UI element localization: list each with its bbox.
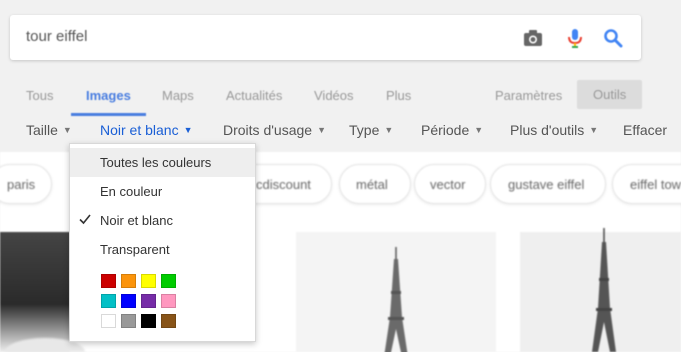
search-query[interactable]: tour eiffel <box>26 28 87 45</box>
tool-more-label: Plus d'outils <box>510 122 585 138</box>
tab-news[interactable]: Actualités <box>226 88 282 103</box>
related-chip-label: métal <box>356 177 388 192</box>
active-tab-indicator <box>71 113 146 116</box>
related-chip-label: eiffel tow <box>630 177 681 192</box>
eiffel-tower-image <box>384 247 408 352</box>
menu-item-label: En couleur <box>100 184 163 199</box>
color-swatch[interactable] <box>101 314 116 328</box>
menu-item-any-color[interactable]: Toutes les couleurs <box>70 148 255 177</box>
tab-images[interactable]: Images <box>86 88 131 103</box>
tab-videos[interactable]: Vidéos <box>314 88 354 103</box>
menu-item-label: Transparent <box>100 242 170 257</box>
eiffel-tower-image <box>592 228 616 352</box>
color-swatch[interactable] <box>101 294 116 308</box>
related-chip[interactable]: paris <box>0 164 52 204</box>
chevron-down-icon: ▼ <box>589 125 599 135</box>
related-chip-label: cdiscount <box>256 177 311 192</box>
color-swatch[interactable] <box>141 294 156 308</box>
chevron-down-icon: ▼ <box>317 125 326 135</box>
related-chip[interactable]: gustave eiffel <box>490 164 606 204</box>
checkmark-icon <box>78 212 92 226</box>
color-swatch[interactable] <box>101 274 116 288</box>
menu-item-label: Toutes les couleurs <box>100 155 212 170</box>
menu-item-black-and-white[interactable]: Noir et blanc <box>70 206 255 235</box>
menu-item-full-color[interactable]: En couleur <box>70 177 255 206</box>
color-swatch[interactable] <box>121 274 136 288</box>
color-swatch[interactable] <box>141 274 156 288</box>
clear-filters-link[interactable]: Effacer <box>623 122 667 138</box>
tool-size-label: Taille <box>26 122 58 138</box>
tool-type-label: Type <box>349 122 380 138</box>
tab-all[interactable]: Tous <box>26 88 53 103</box>
color-swatch[interactable] <box>161 294 176 308</box>
search-box[interactable]: tour eiffel <box>10 15 641 60</box>
color-swatch[interactable] <box>121 294 136 308</box>
image-result[interactable] <box>296 232 496 352</box>
tools-button-label: Outils <box>593 87 627 102</box>
color-filter-menu: Toutes les couleurs En couleur Noir et b… <box>69 143 256 342</box>
image-result[interactable] <box>0 232 70 352</box>
tool-type[interactable]: Type ▼ <box>349 122 393 138</box>
color-swatch[interactable] <box>141 314 156 328</box>
camera-icon[interactable] <box>522 27 544 49</box>
related-chip-label: vector <box>430 177 466 192</box>
color-swatch-grid <box>101 274 181 334</box>
tool-size[interactable]: Taille ▼ <box>26 122 72 138</box>
menu-item-transparent[interactable]: Transparent <box>70 235 255 264</box>
related-chip[interactable]: eiffel tow <box>612 164 681 204</box>
related-chip-label: gustave eiffel <box>508 177 585 192</box>
menu-item-label: Noir et blanc <box>100 213 173 228</box>
chevron-down-icon: ▼ <box>474 125 484 135</box>
tool-usage-rights[interactable]: Droits d'usage ▼ <box>223 122 326 138</box>
color-swatch[interactable] <box>121 314 136 328</box>
tool-more[interactable]: Plus d'outils ▼ <box>510 122 598 138</box>
chevron-down-icon: ▼ <box>183 125 193 135</box>
tool-time-label: Période <box>421 122 470 138</box>
tools-bar: Taille ▼ Noir et blanc ▼ Droits d'usage ▼ T… <box>0 122 681 142</box>
tool-usage-rights-label: Droits d'usage <box>223 122 313 138</box>
search-icon[interactable] <box>602 27 624 49</box>
related-chip[interactable]: vector <box>414 164 486 204</box>
tool-color[interactable]: Noir et blanc ▼ <box>100 122 193 138</box>
related-chip[interactable]: métal <box>339 164 411 204</box>
settings-link[interactable]: Paramètres <box>495 88 562 103</box>
tools-button[interactable]: Outils <box>577 80 642 109</box>
tab-maps[interactable]: Maps <box>162 88 194 103</box>
tab-more[interactable]: Plus <box>386 88 411 103</box>
image-result[interactable] <box>520 228 681 352</box>
chevron-down-icon: ▼ <box>384 125 394 135</box>
related-chip-label: paris <box>7 177 36 192</box>
tool-time[interactable]: Période ▼ <box>421 122 483 138</box>
color-swatch[interactable] <box>161 314 176 328</box>
microphone-icon[interactable] <box>564 27 586 49</box>
color-swatch[interactable] <box>161 274 176 288</box>
tool-color-label: Noir et blanc <box>100 122 179 138</box>
chevron-down-icon: ▼ <box>62 125 72 135</box>
